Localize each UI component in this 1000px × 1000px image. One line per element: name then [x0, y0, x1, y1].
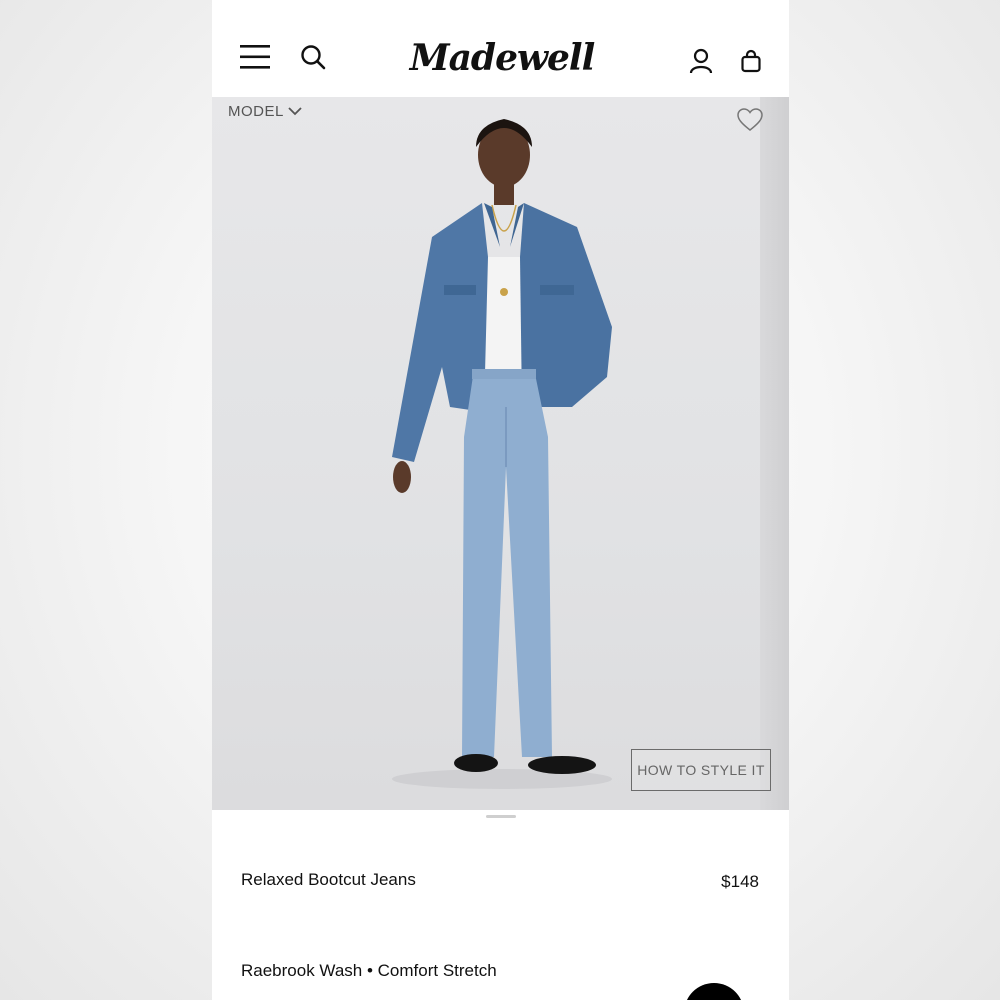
model-photo	[372, 107, 632, 797]
menu-icon[interactable]	[238, 40, 272, 74]
next-image-peek	[760, 97, 789, 810]
account-icon[interactable]	[686, 46, 716, 76]
product-price: $148	[721, 872, 759, 891]
search-icon[interactable]	[298, 42, 328, 72]
brand-logo[interactable]: Madewell	[410, 30, 596, 86]
heart-icon[interactable]	[736, 107, 764, 133]
top-nav-bar: Madewell	[212, 0, 789, 97]
model-selector-label: MODEL	[228, 103, 284, 120]
product-image[interactable]: MODEL HOW TO STYLE IT	[212, 97, 789, 810]
app-screen: Madewell MODEL HOW TO STYLE IT Relaxed B…	[212, 0, 789, 1000]
how-to-style-button[interactable]: HOW TO STYLE IT	[631, 749, 771, 791]
chat-button[interactable]	[684, 983, 744, 1000]
drag-handle[interactable]	[486, 815, 516, 818]
chevron-down-icon	[288, 103, 302, 120]
bag-icon[interactable]	[738, 46, 764, 76]
model-selector[interactable]: MODEL	[228, 103, 302, 120]
product-name: Relaxed Bootcut Jeans	[241, 870, 416, 889]
product-variant: Raebrook Wash • Comfort Stretch	[241, 961, 497, 980]
